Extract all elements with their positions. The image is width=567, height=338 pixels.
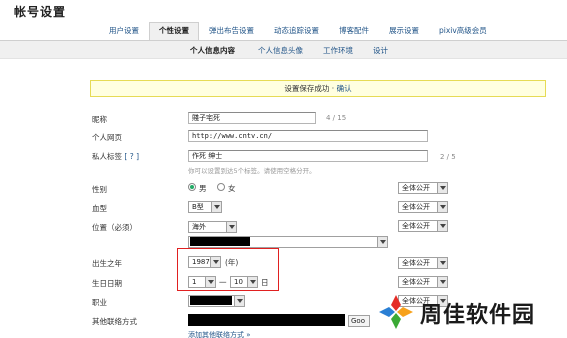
blood-visibility-value: 全体公开 bbox=[402, 203, 430, 211]
tab-display-settings[interactable]: 展示设置 bbox=[379, 22, 429, 40]
chevron-down-icon bbox=[437, 183, 447, 193]
tags-label: 私人标签 [ ? ] bbox=[92, 151, 139, 162]
tab-popup-notice-settings[interactable]: 弹出布告设置 bbox=[199, 22, 264, 40]
blood-select[interactable]: B型 bbox=[188, 201, 222, 213]
subtab-profile-avatar[interactable]: 个人信息头像 bbox=[258, 45, 303, 56]
job-label: 职业 bbox=[92, 298, 107, 307]
location-visibility-value: 全体公开 bbox=[402, 222, 430, 230]
sub-navigation: 个人信息内容 个人信息头像 工作环境 设计 bbox=[0, 40, 567, 59]
birthday-month-value: 1 bbox=[192, 278, 197, 286]
watermark-text: 周佳软件园 bbox=[420, 303, 536, 328]
chevron-down-icon bbox=[211, 202, 221, 212]
chevron-down-icon bbox=[377, 237, 387, 247]
add-contact-link[interactable]: 添加其他联络方式 » bbox=[188, 330, 251, 338]
chevron-down-icon bbox=[210, 257, 220, 267]
birthday-day-value: 10 bbox=[234, 278, 243, 286]
birthday-suffix: 日 bbox=[261, 278, 269, 287]
gender-male-radio[interactable] bbox=[188, 183, 196, 191]
gender-female-label: 女 bbox=[228, 184, 236, 193]
chevron-down-icon bbox=[247, 277, 257, 287]
subtab-design[interactable]: 设计 bbox=[373, 45, 388, 56]
nickname-label: 昵称 bbox=[92, 115, 107, 124]
location-label: 位置（必须） bbox=[92, 223, 137, 232]
subtab-profile-info[interactable]: 个人信息内容 bbox=[190, 45, 235, 56]
redacted-contact-input bbox=[188, 314, 345, 326]
birth-year-visibility-value: 全体公开 bbox=[402, 259, 430, 267]
watermark-logo bbox=[379, 295, 413, 329]
gender-female-radio[interactable] bbox=[217, 183, 225, 191]
top-tabs: 用户设置 个性设置 弹出布告设置 动态追踪设置 博客配件 展示设置 pixiv高… bbox=[99, 22, 497, 40]
tags-input[interactable]: 作死 绅士 bbox=[188, 150, 428, 162]
blood-visibility-select[interactable]: 全体公开 bbox=[398, 201, 448, 213]
chevron-down-icon bbox=[437, 202, 447, 212]
birthday-label: 生日日期 bbox=[92, 279, 122, 288]
blood-label: 血型 bbox=[92, 204, 107, 213]
notice-confirm-link[interactable]: 确认 bbox=[337, 84, 352, 93]
homepage-input[interactable]: http://www.cntv.cn/ bbox=[188, 130, 428, 142]
gender-visibility-select[interactable]: 全体公开 bbox=[398, 182, 448, 194]
chevron-down-icon bbox=[437, 221, 447, 231]
gender-label: 性别 bbox=[92, 185, 107, 194]
tab-blog-widgets[interactable]: 博客配件 bbox=[329, 22, 379, 40]
homepage-label: 个人网页 bbox=[92, 133, 122, 142]
tags-label-text: 私人标签 bbox=[92, 152, 122, 161]
location-visibility-select[interactable]: 全体公开 bbox=[398, 220, 448, 232]
blood-value: B型 bbox=[192, 203, 204, 211]
redacted-location-detail bbox=[190, 237, 250, 246]
nickname-counter: 4 / 15 bbox=[326, 114, 347, 122]
tab-personal-settings[interactable]: 个性设置 bbox=[149, 22, 199, 40]
birthday-day-select[interactable]: 10 bbox=[230, 276, 258, 288]
tags-hint: 你可以设置到达5个标签。请使用空格分开。 bbox=[188, 167, 316, 175]
contact-service-select[interactable]: Goo bbox=[348, 315, 370, 327]
save-success-notice: 设置保存成功 · 确认 bbox=[90, 80, 546, 97]
chevron-down-icon bbox=[437, 277, 447, 287]
chevron-down-icon bbox=[234, 296, 244, 306]
redacted-job bbox=[190, 296, 232, 305]
chevron-down-icon bbox=[205, 277, 215, 287]
tags-help-link[interactable]: [ ? ] bbox=[124, 152, 139, 161]
notice-text: 设置保存成功 · bbox=[284, 84, 337, 93]
birthday-month-select[interactable]: 1 bbox=[188, 276, 216, 288]
birthday-visibility-value: 全体公开 bbox=[402, 278, 430, 286]
tags-counter: 2 / 5 bbox=[440, 153, 456, 161]
tab-activity-tracking-settings[interactable]: 动态追踪设置 bbox=[264, 22, 329, 40]
birth-year-select[interactable]: 1987 bbox=[188, 256, 221, 268]
chevron-down-icon bbox=[437, 258, 447, 268]
birth-year-visibility-select[interactable]: 全体公开 bbox=[398, 257, 448, 269]
page-title: 帐号设置 bbox=[14, 5, 67, 19]
tab-user-settings[interactable]: 用户设置 bbox=[99, 22, 149, 40]
gender-male-label: 男 bbox=[199, 184, 207, 193]
gender-visibility-value: 全体公开 bbox=[402, 184, 430, 192]
birthday-visibility-select[interactable]: 全体公开 bbox=[398, 276, 448, 288]
location-select[interactable]: 海外 bbox=[188, 221, 237, 233]
birthday-separator: 一 bbox=[219, 278, 227, 287]
birth-year-suffix: (年) bbox=[225, 258, 239, 267]
subtab-work-environment[interactable]: 工作环境 bbox=[323, 45, 353, 56]
nickname-input[interactable]: 賤子宅死 bbox=[188, 112, 316, 124]
tab-pixiv-premium[interactable]: pixiv高级会员 bbox=[429, 22, 497, 40]
birth-year-value: 1987 bbox=[192, 258, 210, 266]
chevron-down-icon bbox=[226, 222, 236, 232]
location-value: 海外 bbox=[192, 223, 206, 231]
birth-year-label: 出生之年 bbox=[92, 259, 122, 268]
contact-label: 其他联络方式 bbox=[92, 317, 137, 326]
